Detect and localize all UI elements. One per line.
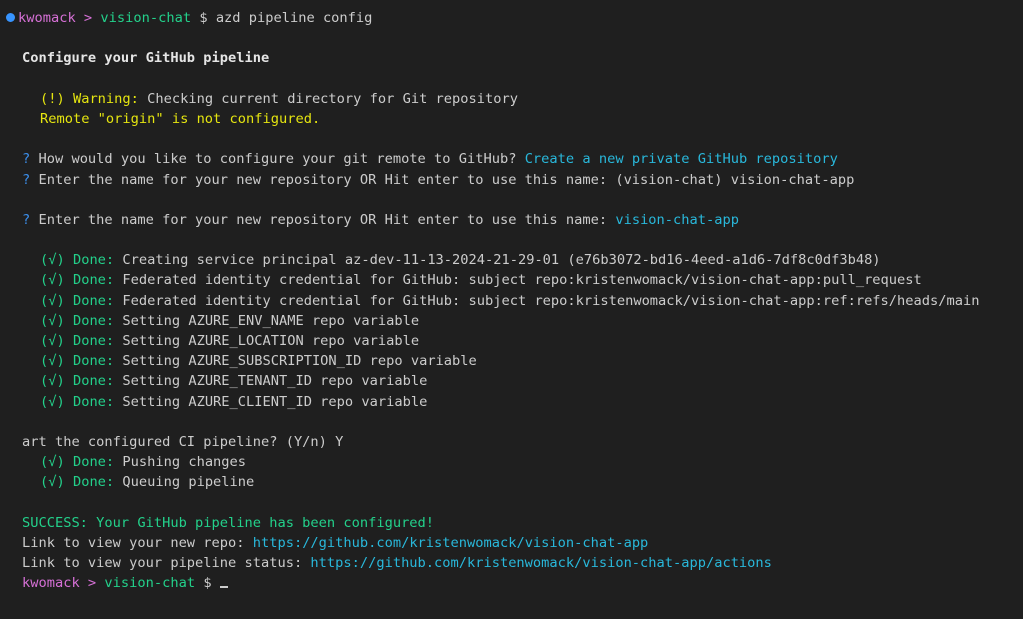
start-pipeline-prompt: art the configured CI pipeline? (Y/n) Y: [22, 433, 344, 450]
warning-remote: Remote "origin" is not configured.: [40, 110, 321, 127]
text-cursor[interactable]: [219, 574, 228, 589]
question-text: Enter the name for your new repository O…: [30, 171, 855, 188]
step-text: Federated identity credential for GitHub…: [114, 272, 922, 289]
prompt-user: kwomack: [18, 10, 76, 26]
done-label: (√) Done:: [40, 454, 115, 471]
status-link-line: Link to view your pipeline status: https…: [6, 553, 1023, 573]
question-mark-icon: ?: [22, 151, 31, 168]
done-step: (√) Done: Setting AZURE_SUBSCRIPTION_ID …: [6, 351, 1023, 371]
done-step: (√) Done: Federated identity credential …: [6, 270, 1023, 290]
step-text: Setting AZURE_LOCATION repo variable: [114, 333, 420, 349]
pipeline-status-link[interactable]: https://github.com/kristenwomack/vision-…: [310, 555, 771, 571]
prompt-symbol: $: [191, 10, 216, 26]
step-text: Setting AZURE_SUBSCRIPTION_ID repo varia…: [114, 353, 477, 370]
done-step: (√) Done: Setting AZURE_LOCATION repo va…: [6, 331, 1023, 351]
section-header: Configure your GitHub pipeline: [22, 50, 270, 67]
status-link-label: Link to view your pipeline status:: [22, 555, 311, 572]
done-step: (√) Done: Setting AZURE_ENV_NAME repo va…: [6, 311, 1023, 331]
done-step: (√) Done: Setting AZURE_CLIENT_ID repo v…: [6, 392, 1023, 412]
done-step: (√) Done: Creating service principal az-…: [6, 250, 1023, 270]
done-label: (√) Done:: [40, 393, 115, 410]
terminal[interactable]: kwomack > vision-chat $ azd pipeline con…: [0, 0, 1023, 619]
prompt-symbol: $: [195, 575, 220, 592]
warning-line: (!) Warning: Checking current directory …: [6, 89, 1023, 109]
step-text: Pushing changes: [114, 454, 247, 471]
step-text: Setting AZURE_ENV_NAME repo variable: [114, 312, 420, 329]
step-text: Creating service principal az-dev-11-13-…: [114, 252, 881, 269]
prompt-line: kwomack > vision-chat $: [6, 573, 1023, 593]
step-text: Federated identity credential for GitHub…: [114, 292, 980, 309]
done-label: (√) Done:: [40, 252, 115, 269]
done-label: (√) Done:: [40, 333, 115, 349]
done-step: (√) Done: Setting AZURE_TENANT_ID repo v…: [6, 371, 1023, 391]
prompt-line: kwomack > vision-chat $ azd pipeline con…: [6, 8, 1023, 28]
done-label: (√) Done:: [40, 272, 115, 289]
step-text: Setting AZURE_TENANT_ID repo variable: [114, 373, 428, 390]
prompt-dir: vision-chat: [100, 10, 192, 26]
done-label: (√) Done:: [40, 353, 115, 370]
step-text: Queuing pipeline: [114, 474, 255, 491]
repo-link-line: Link to view your new repo: https://gith…: [6, 533, 1023, 553]
step-text: Setting AZURE_CLIENT_ID repo variable: [114, 393, 428, 410]
done-step: (√) Done: Federated identity credential …: [6, 291, 1023, 311]
prompt-separator: >: [75, 10, 101, 26]
prompt-dir: vision-chat: [104, 575, 196, 592]
success-message: SUCCESS: Your GitHub pipeline has been c…: [22, 514, 435, 531]
repo-link-label: Link to view your new repo:: [22, 534, 253, 551]
question-line: ? Enter the name for your new repository…: [6, 210, 1023, 230]
prompt-user: kwomack: [22, 575, 80, 592]
question-line: ? Enter the name for your new repository…: [6, 170, 1023, 190]
question-answer: vision-chat-app: [615, 211, 739, 228]
circle-status-icon: [6, 13, 15, 22]
prompt-separator: >: [79, 575, 105, 592]
question-mark-icon: ?: [22, 211, 31, 228]
warning-label: (!) Warning:: [40, 90, 139, 107]
done-step: (√) Done: Pushing changes: [6, 452, 1023, 472]
done-step: (√) Done: Queuing pipeline: [6, 472, 1023, 492]
question-text: How would you like to configure your git…: [30, 151, 525, 168]
done-label: (√) Done:: [40, 292, 115, 309]
question-mark-icon: ?: [22, 171, 31, 188]
question-line: ? How would you like to configure your g…: [6, 149, 1023, 169]
question-text: Enter the name for your new repository O…: [30, 211, 616, 228]
done-label: (√) Done:: [40, 373, 115, 390]
done-label: (√) Done:: [40, 474, 115, 491]
command-text: azd pipeline config: [215, 10, 373, 26]
done-label: (√) Done:: [40, 312, 115, 329]
repo-link[interactable]: https://github.com/kristenwomack/vision-…: [253, 535, 649, 551]
question-answer: Create a new private GitHub repository: [524, 151, 838, 168]
warning-text: Checking current directory for Git repos…: [138, 90, 518, 107]
